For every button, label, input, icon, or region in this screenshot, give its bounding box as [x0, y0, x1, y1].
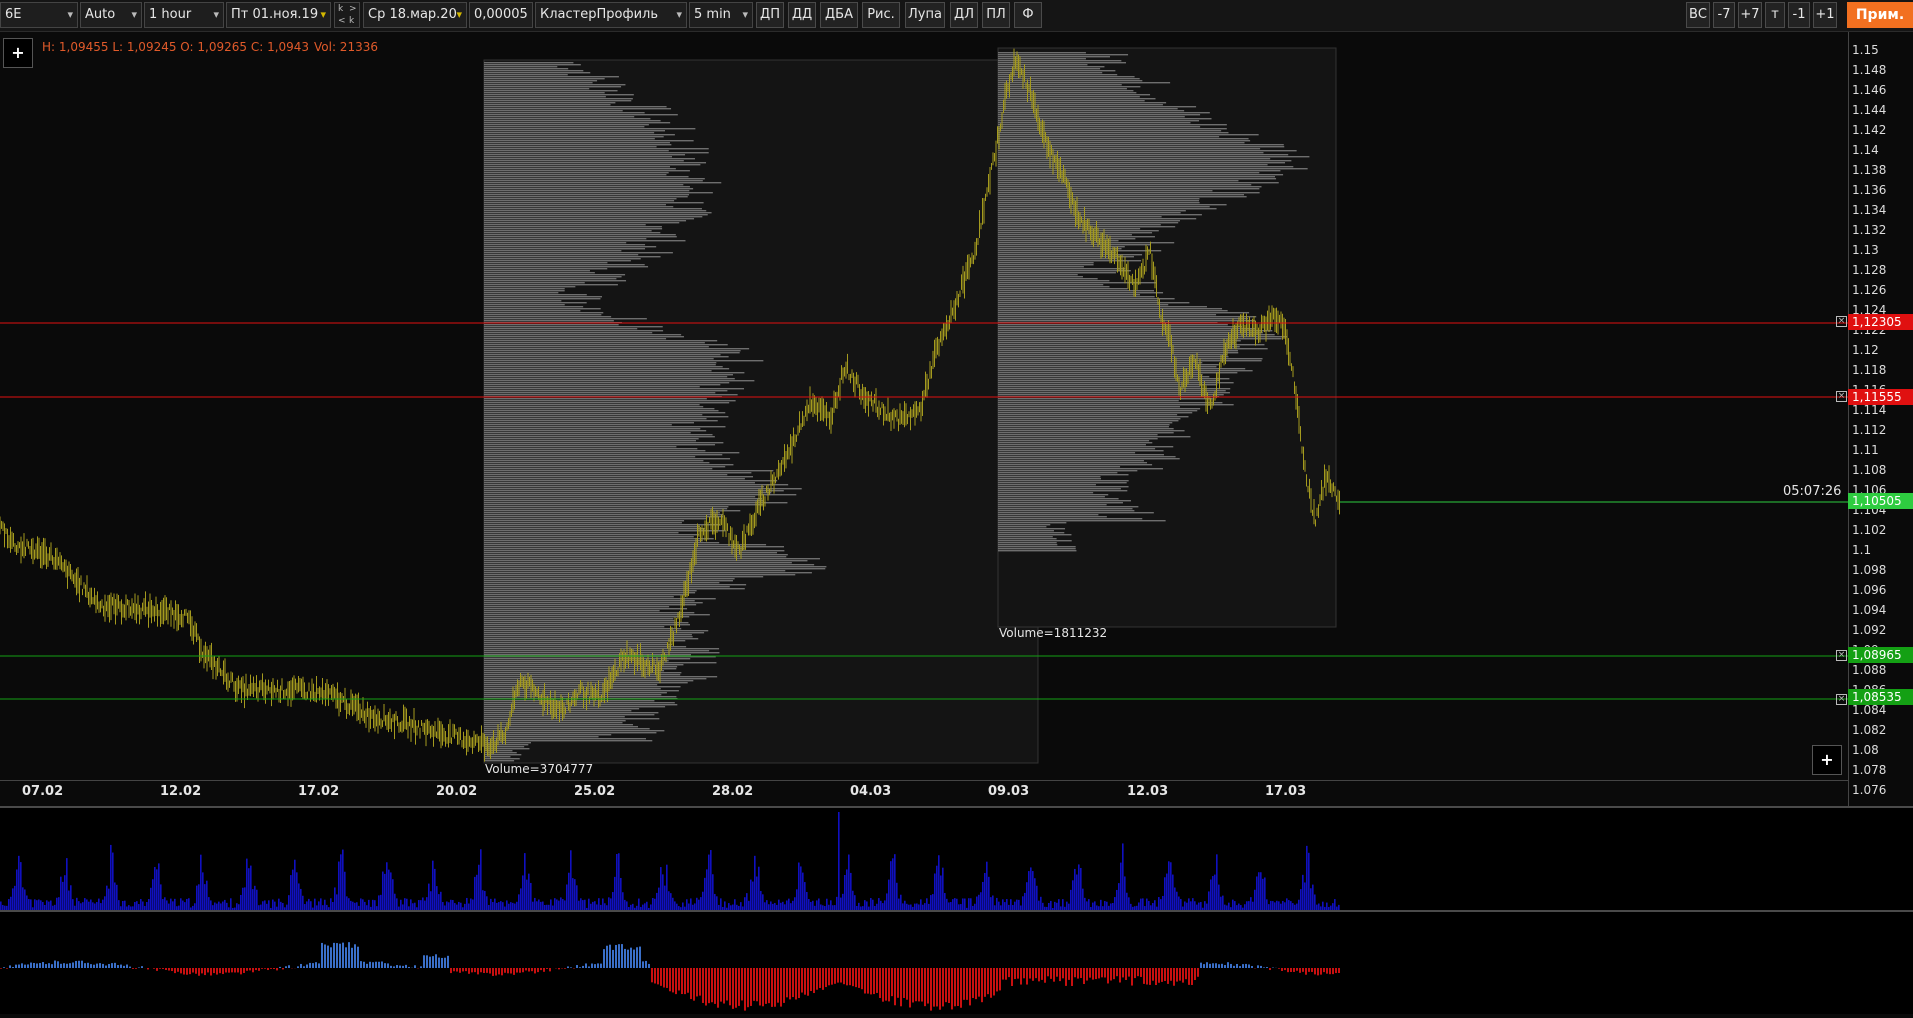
- tick-size-input[interactable]: 0,00005: [469, 2, 533, 28]
- price-tick: 1.14: [1852, 143, 1879, 157]
- price-chart-canvas[interactable]: [0, 32, 1848, 777]
- level-tag-2: 1,11555: [1848, 389, 1913, 405]
- price-tick: 1.136: [1852, 183, 1886, 197]
- price-tick: 1.146: [1852, 83, 1886, 97]
- price-tick: 1.144: [1852, 103, 1886, 117]
- add-panel-button[interactable]: +: [1812, 745, 1842, 775]
- dba-button[interactable]: ДБА: [820, 2, 858, 28]
- time-tick: 17.03: [1265, 784, 1306, 799]
- close-level-icon[interactable]: ×: [1836, 391, 1847, 402]
- price-tick: 1.102: [1852, 523, 1886, 537]
- price-tick: 1.128: [1852, 263, 1886, 277]
- dp-button[interactable]: ДП: [756, 2, 784, 28]
- price-tick: 1.148: [1852, 63, 1886, 77]
- apply-button[interactable]: Прим.: [1847, 2, 1913, 28]
- price-tick: 1.11: [1852, 443, 1879, 457]
- price-tick: 1.096: [1852, 583, 1886, 597]
- price-tick: 1.12: [1852, 343, 1879, 357]
- plus7-button[interactable]: +7: [1738, 2, 1762, 28]
- f-button[interactable]: Ф: [1014, 2, 1042, 28]
- time-tick: 17.02: [298, 784, 339, 799]
- minus1-button[interactable]: -1: [1788, 2, 1810, 28]
- k-up-label: k: [338, 4, 343, 15]
- price-tick: 1.126: [1852, 283, 1886, 297]
- ohlc-readout: H: 1,09455 L: 1,09245 O: 1,09265 C: 1,09…: [42, 40, 309, 54]
- k-up-arrow: >: [349, 4, 357, 15]
- delta-histogram: [0, 912, 1913, 1014]
- time-tick: 12.02: [160, 784, 201, 799]
- level-tag-1: 1,12305: [1848, 314, 1913, 330]
- time-tick: 07.02: [22, 784, 63, 799]
- date-from-picker[interactable]: Пт 01.ноя.19: [226, 2, 331, 28]
- volume-bars: [0, 812, 1340, 912]
- delta-panel[interactable]: [0, 910, 1913, 1014]
- time-tick: 25.02: [574, 784, 615, 799]
- close-level-icon[interactable]: ×: [1836, 650, 1847, 661]
- price-tick: 1.076: [1852, 783, 1886, 797]
- time-tick: 28.02: [712, 784, 753, 799]
- last-price-tag: 1,10505: [1848, 493, 1913, 509]
- price-tick: 1.15: [1852, 43, 1879, 57]
- volume-readout: Vol: 21336: [314, 40, 378, 54]
- k-shift-buttons[interactable]: k > < k: [334, 2, 360, 28]
- dl-button[interactable]: ДЛ: [950, 2, 978, 28]
- dd-button[interactable]: ДД: [788, 2, 816, 28]
- volume-histogram: [0, 808, 1913, 912]
- t-button[interactable]: т: [1765, 2, 1785, 28]
- time-tick: 09.03: [988, 784, 1029, 799]
- scale-select[interactable]: Auto: [80, 2, 142, 28]
- price-tick: 1.118: [1852, 363, 1886, 377]
- time-tick: 20.02: [436, 784, 477, 799]
- delta-bars: [0, 942, 1340, 1010]
- price-tick: 1.1: [1852, 543, 1871, 557]
- magnifier-button[interactable]: Лупа: [905, 2, 945, 28]
- price-tick: 1.142: [1852, 123, 1886, 137]
- price-tick: 1.134: [1852, 203, 1886, 217]
- profile-volume-label-2: Volume=1811232: [999, 626, 1107, 640]
- time-axis[interactable]: [0, 780, 1848, 807]
- profile-volume-label-1: Volume=3704777: [485, 762, 593, 776]
- price-tick: 1.132: [1852, 223, 1886, 237]
- k-down-arrow: <: [338, 16, 346, 27]
- price-tick: 1.092: [1852, 623, 1886, 637]
- close-level-icon[interactable]: ×: [1836, 694, 1847, 705]
- profile-box-1: [484, 60, 1038, 763]
- price-tick: 1.094: [1852, 603, 1886, 617]
- price-tick: 1.098: [1852, 563, 1886, 577]
- price-tick: 1.108: [1852, 463, 1886, 477]
- date-to-picker[interactable]: Ср 18.мар.20: [363, 2, 467, 28]
- toolbar: 6E Auto 1 hour Пт 01.ноя.19 k > < k Ср 1…: [0, 0, 1913, 32]
- price-tick: 1.082: [1852, 723, 1886, 737]
- price-tick: 1.138: [1852, 163, 1886, 177]
- symbol-select[interactable]: 6E: [0, 2, 78, 28]
- price-tick: 1.13: [1852, 243, 1879, 257]
- add-indicator-button[interactable]: +: [3, 38, 33, 68]
- level-tag-3: 1,08965: [1848, 647, 1913, 663]
- price-tick: 1.078: [1852, 763, 1886, 777]
- timeframe-select[interactable]: 1 hour: [144, 2, 224, 28]
- level-tag-4: 1,08535: [1848, 689, 1913, 705]
- price-tick: 1.084: [1852, 703, 1886, 717]
- volume-panel[interactable]: [0, 806, 1913, 912]
- price-tick: 1.08: [1852, 743, 1879, 757]
- bar-countdown-timer: 05:07:26: [1783, 484, 1841, 499]
- minus7-button[interactable]: -7: [1713, 2, 1735, 28]
- bc-button[interactable]: ВС: [1686, 2, 1710, 28]
- cluster-period-select[interactable]: 5 min: [689, 2, 753, 28]
- k-down-label: k: [349, 16, 354, 27]
- plus1-button[interactable]: +1: [1813, 2, 1837, 28]
- time-tick: 04.03: [850, 784, 891, 799]
- chart-type-select[interactable]: КластерПрофиль: [535, 2, 687, 28]
- draw-button[interactable]: Рис.: [862, 2, 900, 28]
- close-level-icon[interactable]: ×: [1836, 316, 1847, 327]
- pl-button[interactable]: ПЛ: [982, 2, 1010, 28]
- time-tick: 12.03: [1127, 784, 1168, 799]
- price-tick: 1.088: [1852, 663, 1886, 677]
- price-tick: 1.114: [1852, 403, 1886, 417]
- price-tick: 1.112: [1852, 423, 1886, 437]
